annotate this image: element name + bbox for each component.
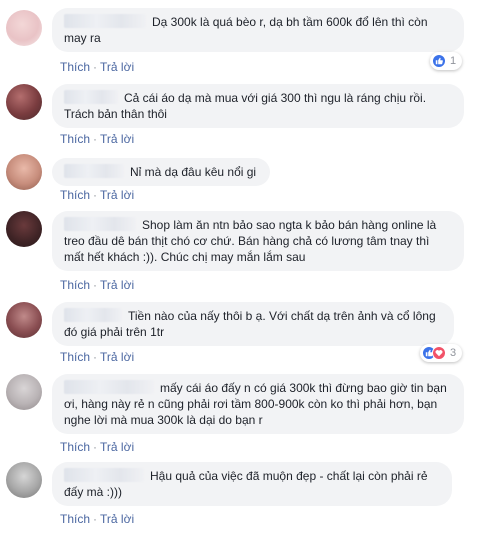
comment-actions: Thích · Trả lời xyxy=(60,350,134,364)
author-name[interactable] xyxy=(64,164,124,178)
separator: · xyxy=(93,188,98,202)
avatar[interactable] xyxy=(6,84,42,120)
like-link[interactable]: Thích xyxy=(60,440,90,454)
comment-bubble: Shop làm ăn ntn bảo sao ngta k bảo bán h… xyxy=(52,211,464,271)
separator: · xyxy=(93,350,98,364)
author-name[interactable] xyxy=(64,14,146,28)
avatar[interactable] xyxy=(6,302,42,338)
comment-bubble: Nỉ mà dạ đâu kêu nổi gi xyxy=(52,158,270,186)
avatar[interactable] xyxy=(6,10,42,46)
comment-actions: Thích · Trả lời xyxy=(60,60,134,74)
avatar[interactable] xyxy=(6,374,42,410)
comment-actions: Thích · Trả lời xyxy=(60,440,134,454)
reply-link[interactable]: Trả lời xyxy=(100,278,134,292)
separator: · xyxy=(93,132,98,146)
comment-bubble: Hậu quả của việc đã muộn đẹp - chất lại … xyxy=(52,462,452,506)
avatar[interactable] xyxy=(6,211,42,247)
separator: · xyxy=(93,60,98,74)
comment-text: Nỉ mà dạ đâu kêu nổi gi xyxy=(130,165,257,179)
reaction-summary[interactable]: 1 xyxy=(430,52,463,70)
like-icon xyxy=(432,54,446,68)
like-link[interactable]: Thích xyxy=(60,60,90,74)
reply-link[interactable]: Trả lời xyxy=(100,350,134,364)
heart-icon xyxy=(432,346,446,360)
avatar[interactable] xyxy=(6,154,42,190)
reply-link[interactable]: Trả lời xyxy=(100,60,134,74)
reaction-summary[interactable]: 3 xyxy=(420,344,463,362)
author-name[interactable] xyxy=(64,308,122,322)
like-link[interactable]: Thích xyxy=(60,350,90,364)
reply-link[interactable]: Trả lời xyxy=(100,512,134,526)
comment-actions: Thích · Trả lời xyxy=(60,188,134,202)
reaction-count: 3 xyxy=(450,347,457,359)
comment-bubble: Dạ 300k là quá bèo r, dạ bh tầm 600k đổ … xyxy=(52,8,464,52)
author-name[interactable] xyxy=(64,90,118,104)
separator: · xyxy=(93,512,98,526)
avatar[interactable] xyxy=(6,462,42,498)
comment-actions: Thích · Trả lời xyxy=(60,512,134,526)
like-link[interactable]: Thích xyxy=(60,132,90,146)
separator: · xyxy=(93,440,98,454)
reaction-count: 1 xyxy=(450,55,457,67)
like-link[interactable]: Thích xyxy=(60,512,90,526)
comment-bubble: mấy cái áo đấy n có giá 300k thì đừng ba… xyxy=(52,374,464,434)
comment-bubble: Tiền nào của nấy thôi b ạ. Với chất dạ t… xyxy=(52,302,454,346)
comment-bubble: Cả cái áo dạ mà mua với giá 300 thì ngu … xyxy=(52,84,464,128)
author-name[interactable] xyxy=(64,380,154,394)
like-link[interactable]: Thích xyxy=(60,188,90,202)
author-name[interactable] xyxy=(64,468,144,482)
like-link[interactable]: Thích xyxy=(60,278,90,292)
comment-text: Cả cái áo dạ mà mua với giá 300 thì ngu … xyxy=(64,91,427,121)
reply-link[interactable]: Trả lời xyxy=(100,440,134,454)
reply-link[interactable]: Trả lời xyxy=(100,132,134,146)
comment-actions: Thích · Trả lời xyxy=(60,278,134,292)
reply-link[interactable]: Trả lời xyxy=(100,188,134,202)
comment-actions: Thích · Trả lời xyxy=(60,132,134,146)
author-name[interactable] xyxy=(64,217,136,231)
separator: · xyxy=(93,278,98,292)
